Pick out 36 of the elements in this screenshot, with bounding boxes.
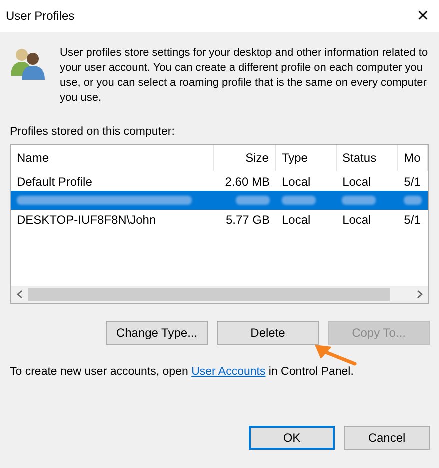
window-title: User Profiles xyxy=(6,8,75,25)
pointer-arrow xyxy=(313,342,357,366)
table-cell-text: 5.77 GB xyxy=(226,212,270,229)
profile-row[interactable]: DESKTOP-IUF8F8N\John 5.77 GB Local Local 5/1 xyxy=(11,210,428,230)
blurred-text xyxy=(282,196,316,206)
table-cell-text: Local xyxy=(282,174,311,191)
table-cell-text: 5/1 xyxy=(404,212,421,229)
profile-button[interactable]: Delete xyxy=(217,321,319,346)
column-header[interactable]: Status xyxy=(342,149,377,168)
profile-row[interactable] xyxy=(11,191,428,210)
blurred-text xyxy=(236,196,270,206)
table-cell-text: Local xyxy=(342,174,372,191)
column-header[interactable]: Size xyxy=(246,149,269,168)
profile-button[interactable]: Change Type... xyxy=(106,321,208,346)
table-cell-text: Local xyxy=(342,212,372,229)
intro-text: User profiles store settings for your desktop and other information related to your user account. You can create a different profile on each computer you use, or you can select a roaming profile that is the same on every computer you use. xyxy=(60,46,430,106)
blurred-text xyxy=(342,196,376,206)
table-cell-text: 2.60 MB xyxy=(225,174,270,191)
column-header[interactable]: Type xyxy=(282,149,308,168)
profile-row[interactable]: Default Profile 2.60 MB Local Local 5/1 xyxy=(11,172,428,192)
column-header[interactable]: Mo xyxy=(404,149,421,168)
dialog-button[interactable]: Cancel xyxy=(344,426,430,450)
users-icon xyxy=(10,46,46,80)
blurred-text xyxy=(404,196,422,206)
horizontal-scrollbar[interactable] xyxy=(11,286,428,304)
table-cell-text: Local xyxy=(282,212,311,229)
footer-text: To create new user accounts, open User Accounts in Control Panel. xyxy=(10,365,354,380)
list-label: Profiles stored on this computer: xyxy=(10,125,175,140)
user-accounts-link[interactable]: User Accounts xyxy=(192,366,266,378)
scrollbar-thumb[interactable] xyxy=(28,288,390,302)
table-cell-text: DESKTOP-IUF8F8N\John xyxy=(17,212,156,229)
table-cell-text: Default Profile xyxy=(17,174,92,191)
dialog-button[interactable]: OK xyxy=(249,426,335,450)
close-button[interactable]: × xyxy=(417,6,429,26)
table-cell-text: 5/1 xyxy=(404,174,421,191)
column-header[interactable]: Name xyxy=(17,149,50,168)
